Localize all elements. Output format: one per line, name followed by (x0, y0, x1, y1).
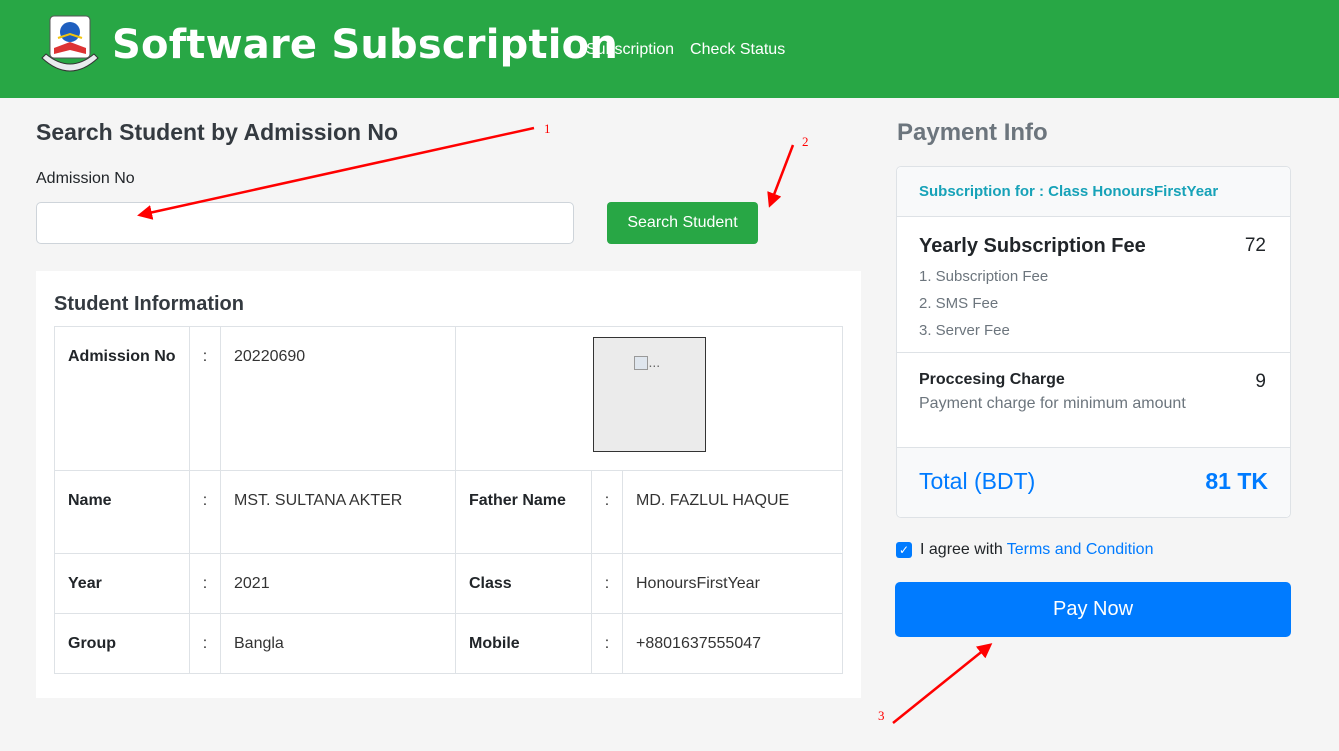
check-icon: ✓ (898, 543, 910, 557)
separator: : (591, 613, 623, 675)
class-key: Class (455, 552, 592, 615)
separator: : (189, 613, 221, 675)
app-brand-title[interactable]: Software Subscription (112, 22, 618, 68)
nav-subscription-link[interactable]: Subscription (586, 41, 674, 59)
year-value: 2021 (220, 552, 456, 615)
yearly-fee-amount: 72 (1244, 235, 1266, 256)
top-nav: Subscription Check Status (586, 41, 785, 59)
payment-card: Subscription for : Class HonoursFirstYea… (896, 166, 1291, 518)
total-amount: 81 TK (1205, 468, 1268, 494)
admission-no-key: Admission No (54, 326, 190, 471)
table-row: Group : Bangla Mobile : +8801637555047 (54, 613, 843, 675)
total-label: Total (BDT) (919, 468, 1036, 494)
subscription-for-header: Subscription for : Class HonoursFirstYea… (897, 167, 1290, 217)
group-value: Bangla (220, 613, 456, 675)
separator: : (591, 470, 623, 554)
student-info-title: Student Information (54, 293, 244, 315)
group-key: Group (54, 613, 190, 675)
mobile-value: +8801637555047 (622, 613, 843, 675)
processing-charge-desc: Payment charge for minimum amount (919, 395, 1186, 412)
name-key: Name (54, 470, 190, 554)
table-row: Name : MST. SULTANA AKTER Father Name : … (54, 470, 843, 554)
terms-agree-row: ✓ I agree with Terms and Condition (896, 541, 1153, 559)
admission-no-label: Admission No (36, 170, 135, 187)
class-value: HonoursFirstYear (622, 552, 843, 615)
photo-cell: ... (455, 326, 843, 471)
processing-charge-amount: 9 (1255, 371, 1266, 392)
admission-no-value: 20220690 (220, 326, 456, 471)
list-item: 1. Subscription Fee (919, 268, 1049, 285)
subscription-for-text: Subscription for : Class HonoursFirstYea… (919, 183, 1219, 200)
annotation-number-2: 2 (802, 134, 809, 149)
agree-text: I agree with (920, 541, 1003, 558)
separator: : (189, 552, 221, 615)
payment-info-title: Payment Info (897, 119, 1048, 146)
table-row: Year : 2021 Class : HonoursFirstYear (54, 552, 843, 615)
fee-items-list: 1. Subscription Fee 2. SMS Fee 3. Server… (919, 263, 1048, 344)
annotation-arrow-3 (892, 643, 993, 724)
list-item: 2. SMS Fee (919, 295, 999, 312)
separator: : (189, 326, 221, 471)
yearly-fee-title: Yearly Subscription Fee (919, 235, 1146, 257)
name-value: MST. SULTANA AKTER (220, 470, 456, 554)
institution-logo-icon (41, 15, 99, 72)
student-info-card: Student Information Admission No : 20220… (36, 271, 861, 698)
pay-now-button[interactable]: Pay Now (895, 582, 1291, 637)
separator: : (189, 470, 221, 554)
admission-no-input[interactable] (36, 202, 574, 244)
top-header: Software Subscription Subscription Check… (0, 0, 1339, 98)
search-student-button[interactable]: Search Student (607, 202, 758, 244)
mobile-key: Mobile (455, 613, 592, 675)
student-photo: ... (592, 337, 706, 452)
agree-checkbox[interactable]: ✓ (896, 542, 912, 558)
separator: : (591, 552, 623, 615)
annotation-arrow-2 (767, 144, 795, 208)
student-info-table: Admission No : 20220690 ... Name : MST. … (54, 326, 843, 675)
search-section-title: Search Student by Admission No (36, 119, 399, 145)
terms-link[interactable]: Terms and Condition (1007, 541, 1154, 559)
year-key: Year (54, 552, 190, 615)
processing-charge-block: Proccesing Charge 9 Payment charge for m… (897, 353, 1290, 448)
table-row: Admission No : 20220690 ... (54, 326, 843, 471)
processing-charge-title: Proccesing Charge (919, 371, 1065, 388)
nav-check-status-link[interactable]: Check Status (690, 41, 785, 59)
father-name-value: MD. FAZLUL HAQUE (622, 470, 843, 554)
annotation-number-1: 1 (544, 121, 551, 136)
broken-image-icon: ... (633, 352, 660, 372)
father-name-key: Father Name (455, 470, 592, 554)
total-block: Total (BDT) 81 TK (897, 448, 1290, 517)
annotation-number-3: 3 (878, 708, 885, 723)
list-item: 3. Server Fee (919, 322, 1010, 339)
yearly-fee-block: Yearly Subscription Fee 72 1. Subscripti… (897, 217, 1290, 353)
